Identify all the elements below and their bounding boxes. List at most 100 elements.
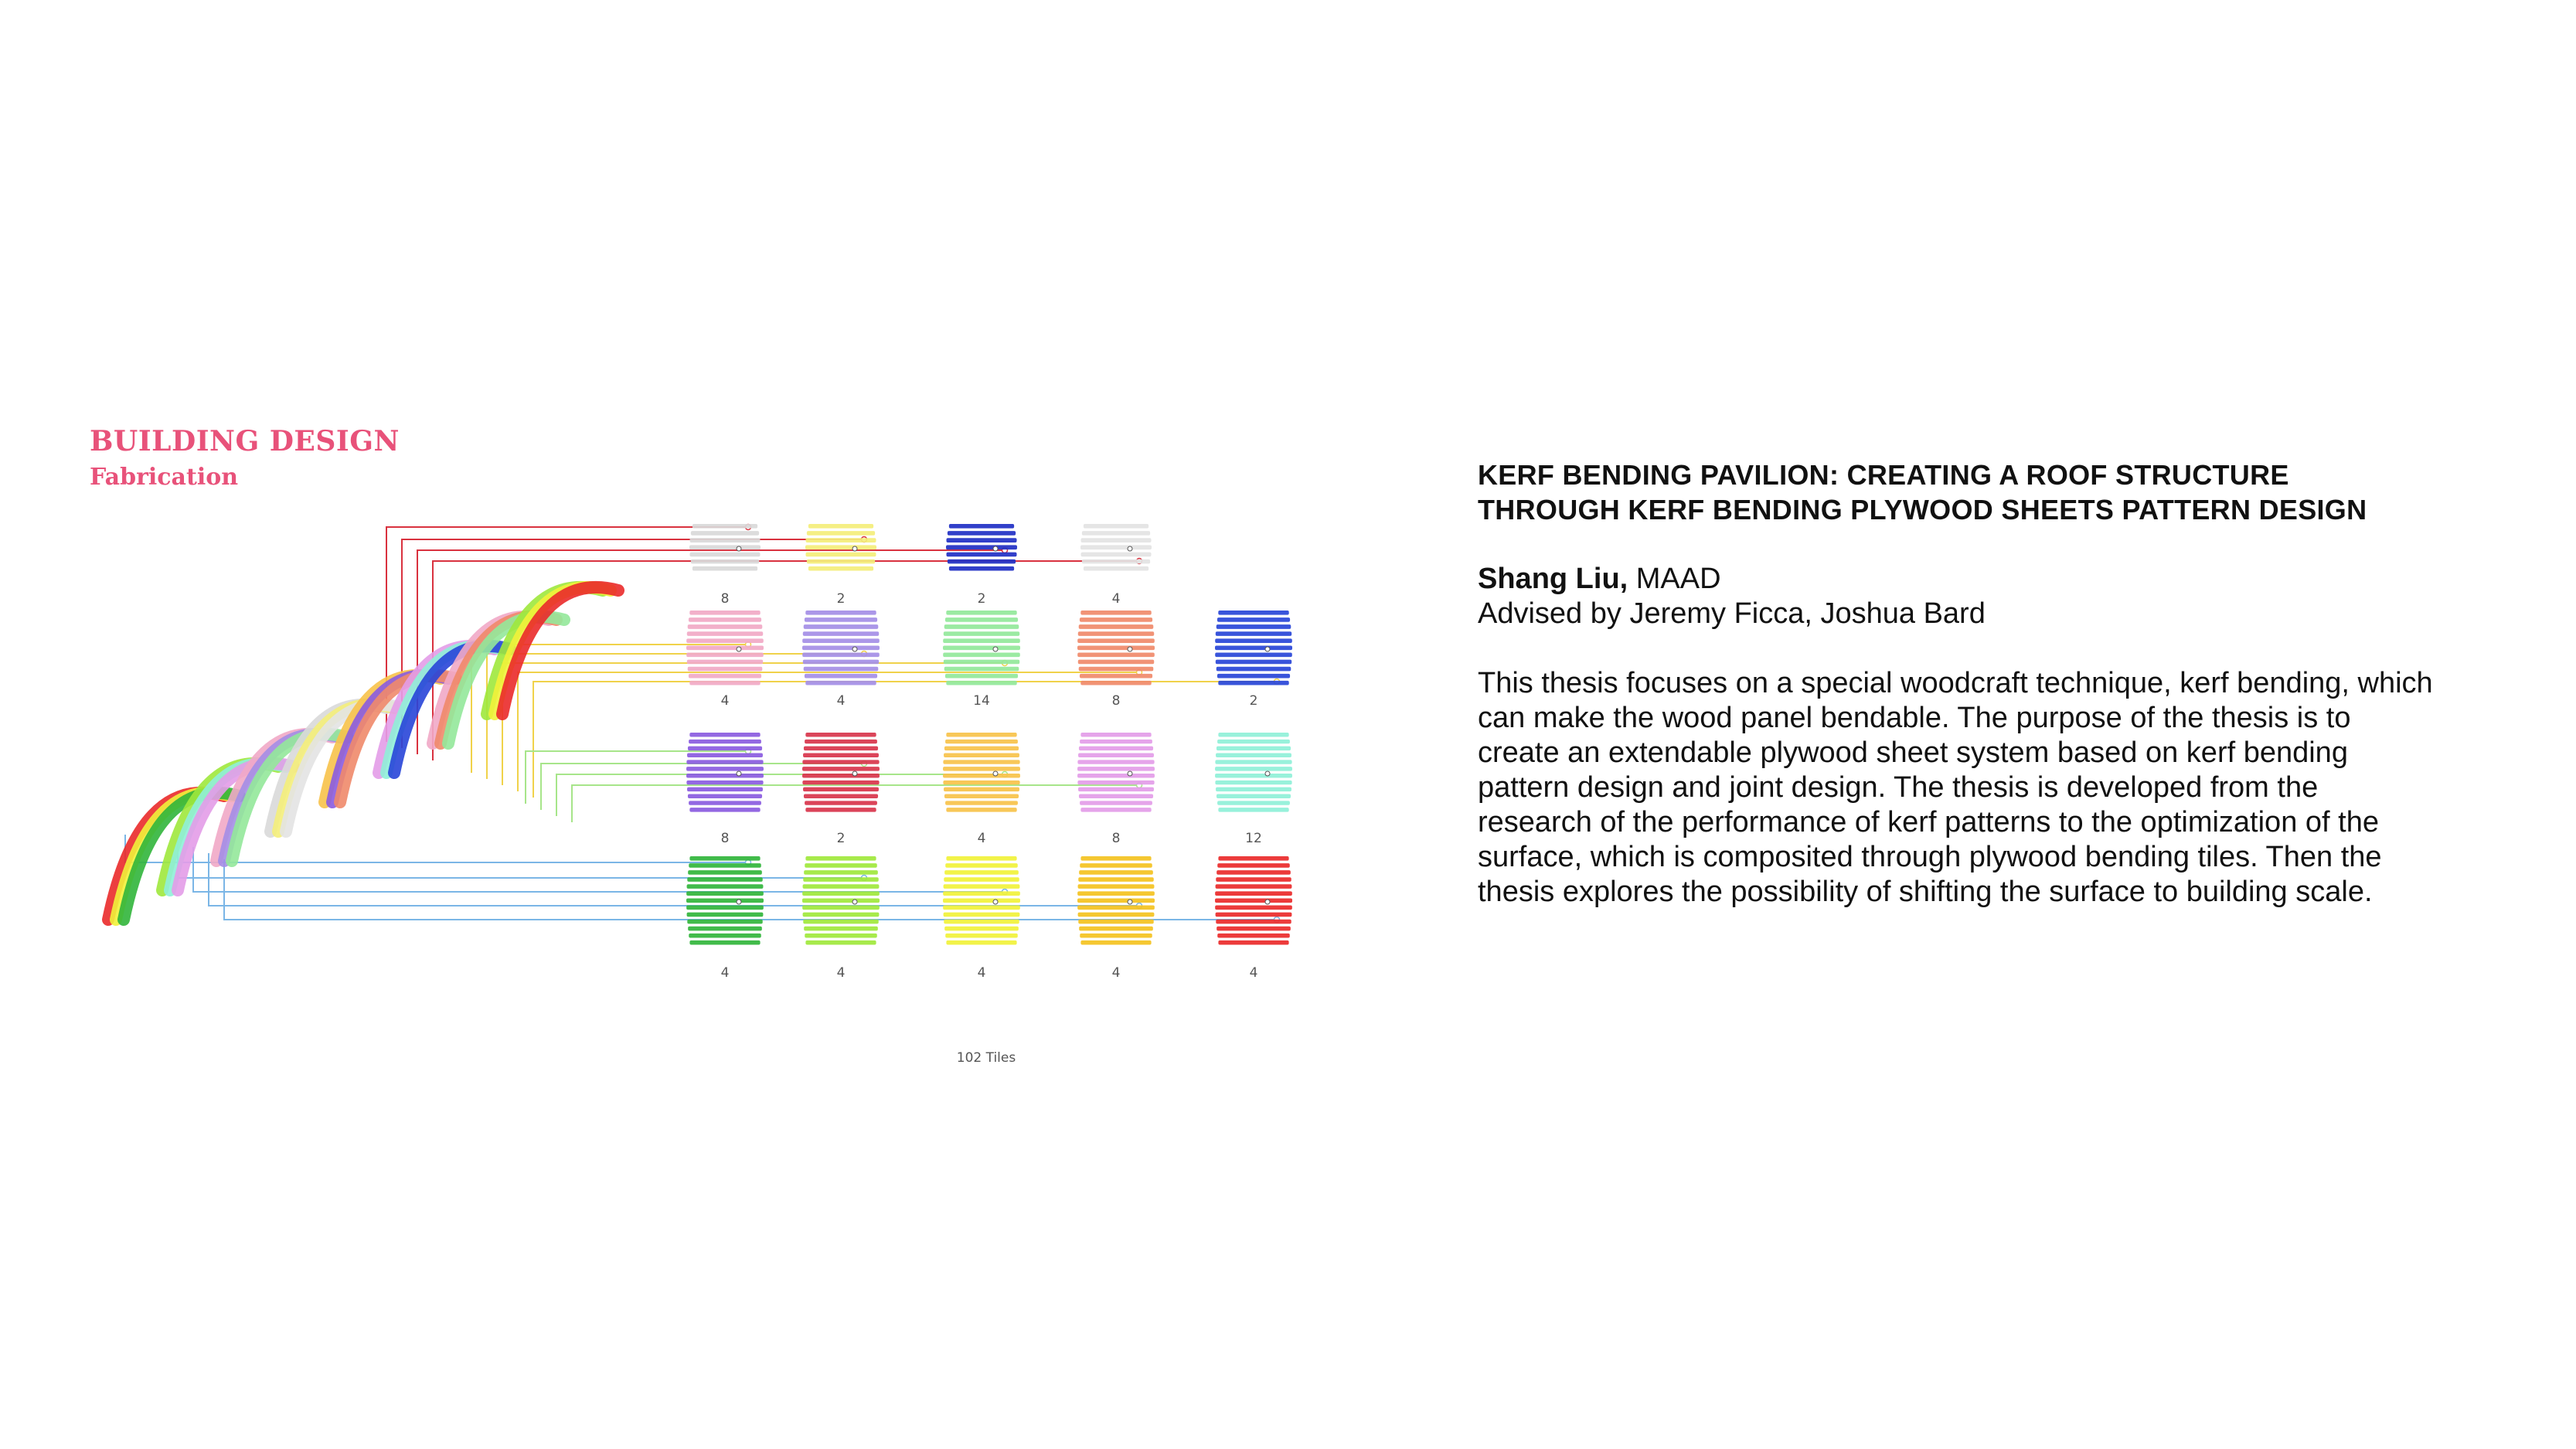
kerf-strip <box>1215 780 1292 785</box>
kerf-strip <box>689 552 761 557</box>
kerf-strip <box>1083 566 1149 571</box>
tile-count-label: 4 <box>721 693 730 709</box>
kerf-strip <box>1215 912 1292 917</box>
kerf-strip <box>1217 863 1290 868</box>
kerf-strip <box>805 933 877 938</box>
joint-marker <box>1127 770 1133 777</box>
tile-count-label: 12 <box>1245 831 1262 846</box>
kerf-strip <box>806 531 876 536</box>
connector-line <box>432 560 1139 760</box>
connector-line <box>533 681 1277 798</box>
kerf-strip <box>948 524 1015 529</box>
kerf-strip <box>802 912 880 917</box>
kerf-tile <box>943 856 1020 945</box>
kerf-tile <box>943 733 1020 812</box>
kerf-strip <box>1216 624 1291 629</box>
kerf-strip <box>1079 673 1153 679</box>
kerf-strip <box>1079 870 1153 875</box>
tile-count-label: 8 <box>721 591 730 607</box>
kerf-strip <box>686 884 764 889</box>
kerf-strip <box>687 787 763 792</box>
author-program: MAAD <box>1628 563 1721 595</box>
kerf-strip <box>1080 739 1152 744</box>
kerf-strip <box>802 645 880 651</box>
kerf-strip <box>1077 898 1155 903</box>
kerf-strip <box>944 617 1019 622</box>
kerf-strip <box>686 631 764 636</box>
joint-marker <box>852 546 858 552</box>
joint-marker <box>852 899 858 905</box>
kerf-strip <box>1077 638 1155 643</box>
joint-marker <box>1264 770 1271 777</box>
kerf-strip <box>947 559 1016 564</box>
kerf-strip <box>943 780 1020 785</box>
kerf-strip <box>946 733 1017 737</box>
kerf-strip <box>806 559 876 564</box>
kerf-strip <box>1077 652 1155 658</box>
joint-marker <box>852 646 858 652</box>
kerf-strip <box>687 746 763 751</box>
kerf-strip <box>802 638 880 643</box>
kerf-strip <box>688 617 762 622</box>
kerf-tile <box>1215 856 1292 945</box>
paper-title: KERF BENDING PAVILION: CREATING A ROOF S… <box>1478 459 2367 526</box>
kerf-strip <box>1215 659 1292 665</box>
kerf-strip <box>802 898 880 903</box>
kerf-strip <box>944 787 1019 792</box>
kerf-strip <box>804 926 878 931</box>
kerf-strip <box>802 760 880 764</box>
kerf-strip <box>943 774 1020 778</box>
kerf-strip <box>946 808 1017 812</box>
kerf-tile <box>1077 856 1155 945</box>
kerf-strip <box>1217 933 1290 938</box>
kerf-strip <box>805 801 877 805</box>
kerf-tile <box>686 611 764 685</box>
kerf-strip <box>944 877 1019 882</box>
kerf-strip <box>686 767 764 771</box>
kerf-strip <box>1216 666 1291 672</box>
connector-line <box>192 847 1005 893</box>
tile-count-label: 2 <box>837 591 846 607</box>
kerf-strip <box>690 531 760 536</box>
kerf-strip <box>803 794 879 798</box>
kerf-strip <box>1218 940 1289 945</box>
kerf-strip <box>1079 926 1153 931</box>
kerf-strip <box>1077 659 1155 665</box>
kerf-tile <box>1077 733 1155 812</box>
kerf-tile <box>686 733 764 812</box>
kerf-strip <box>1080 552 1152 557</box>
kerf-strip <box>945 801 1018 805</box>
pavilion-arch <box>481 580 624 720</box>
kerf-strip <box>808 524 874 529</box>
kerf-strip <box>1077 780 1155 785</box>
kerf-strip <box>802 884 880 889</box>
kerf-strip <box>1217 739 1290 744</box>
kerf-strip <box>686 912 764 917</box>
kerf-strip <box>1080 545 1152 550</box>
kerf-strip <box>943 760 1020 764</box>
kerf-strip <box>690 559 760 564</box>
kerf-strip <box>944 746 1019 751</box>
kerf-strip <box>1077 645 1155 651</box>
kerf-strip <box>802 891 880 896</box>
kerf-strip <box>689 680 761 685</box>
tile-count-label: 2 <box>1250 693 1258 709</box>
kerf-strip <box>1083 524 1149 529</box>
tile-count-label: 8 <box>1112 831 1121 846</box>
kerf-strip <box>1218 733 1289 737</box>
kerf-strip <box>805 538 876 543</box>
tile-count-label: 4 <box>1250 965 1258 981</box>
kerf-strip <box>1216 746 1291 751</box>
kerf-strip <box>692 566 758 571</box>
joint-marker <box>1127 546 1133 552</box>
joint-marker <box>736 770 742 777</box>
kerf-strip <box>689 545 761 550</box>
kerf-strip <box>948 566 1015 571</box>
kerf-tile <box>689 524 761 571</box>
kerf-strip <box>943 898 1020 903</box>
kerf-strip <box>686 780 764 785</box>
kerf-strip <box>946 856 1017 861</box>
kerf-strip <box>689 733 761 737</box>
kerf-strip <box>1079 617 1153 622</box>
fabrication-figure: BUILDING DESIGN Fabrication 8 2 2 4 4 4 14 8 2 8 2… <box>77 417 1391 1090</box>
